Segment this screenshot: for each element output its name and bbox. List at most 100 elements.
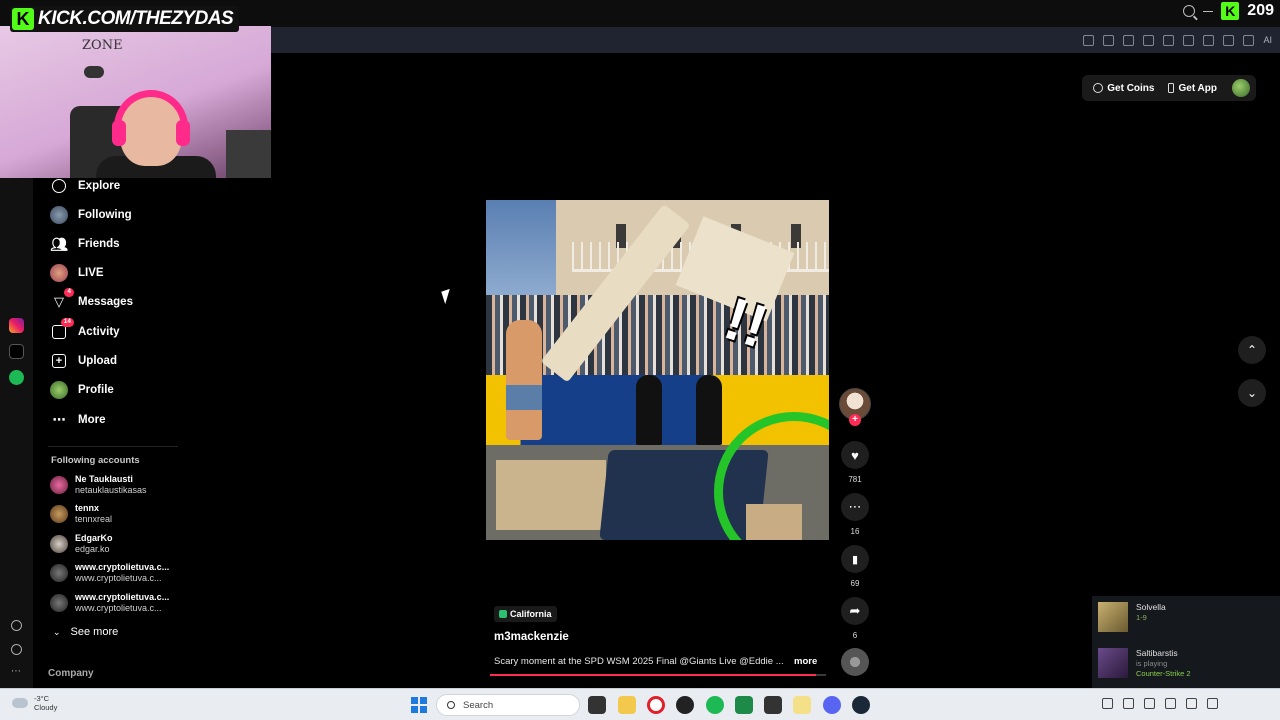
activity-badge: 14 [60,318,74,327]
see-more-label: See more [70,626,119,638]
share-button[interactable]: ➦ [841,597,869,625]
following-account[interactable]: tennx tennxreal [50,502,112,526]
spotify-icon[interactable] [9,370,24,385]
video-progress-fill [490,674,816,676]
app-icon[interactable] [735,696,753,714]
heart-icon: ♥ [851,447,859,463]
get-coins-button[interactable]: Get Coins [1088,77,1159,99]
following-account[interactable]: www.cryptolietuva.c... www.cryptolietuva.… [50,591,169,615]
sidebar-item-following[interactable]: Following [50,204,132,226]
heart-icon[interactable] [1163,34,1175,46]
sidebar-item-explore[interactable]: Explore [50,175,120,197]
avatar [50,505,68,523]
get-app-button[interactable]: Get App [1163,77,1222,99]
weather-widget[interactable]: -3°C Cloudy [12,694,57,712]
following-account[interactable]: www.cryptolietuva.c... www.cryptolietuva.… [50,561,169,585]
heart-icon[interactable] [11,620,22,631]
chevron-up-icon[interactable] [1102,698,1113,709]
video-progress-bar[interactable] [490,674,826,676]
mic-icon[interactable] [1144,698,1155,709]
account-handle: tennxreal [75,514,113,524]
follow-plus-icon[interactable]: + [849,414,861,426]
taskbar: -3°C Cloudy Search [0,688,1280,720]
network-icon[interactable] [1123,698,1134,709]
cube-icon[interactable] [1243,34,1255,46]
video-player[interactable]: !! [486,200,829,540]
following-avatar-icon [50,206,68,224]
steam-icon[interactable] [852,696,870,714]
previous-video-button[interactable]: ⌃ [1238,336,1266,364]
x-icon[interactable] [9,344,24,359]
user-avatar[interactable] [1232,79,1250,97]
download-icon[interactable] [1183,34,1195,46]
account-name: www.cryptolietuva.c... [75,592,170,602]
app-tray-icon[interactable] [1165,698,1176,709]
play-icon[interactable] [1143,34,1155,46]
camera-icon[interactable] [1103,34,1115,46]
video-author[interactable]: m3mackenzie [494,631,569,643]
avatar [50,535,68,553]
sidebar-item-label: Messages [78,296,133,308]
sidebar-item-profile[interactable]: Profile [50,379,114,401]
sidebar-item-messages[interactable]: ▽ 4 Messages [50,288,133,313]
more-link[interactable]: more [794,656,817,667]
wifi-icon[interactable] [1186,698,1197,709]
following-account[interactable]: EdgarKo edgar.ko [50,532,113,556]
profile-icon [50,381,68,399]
location-label: California [510,609,552,619]
music-disc-icon[interactable] [841,648,869,676]
activity-icon: 14 [50,318,74,341]
discord-icon[interactable] [823,696,841,714]
like-button[interactable]: ♥ [841,441,869,469]
temperature: -3°C [34,694,50,703]
task-view-icon[interactable] [588,696,606,714]
friend-name: Saltibarstis [1136,648,1178,658]
company-link[interactable]: Company [48,668,94,679]
app-icon[interactable] [793,696,811,714]
spotify-icon[interactable] [706,696,724,714]
headset-ear-right [176,120,190,146]
more-icon[interactable]: ⋯ [11,666,26,681]
menu-icon[interactable] [1203,34,1215,46]
video-description: Scary moment at the SPD WSM 2025 Final @… [494,656,784,667]
user-icon[interactable] [1223,34,1235,46]
video-official [696,375,722,445]
sidebar-item-upload[interactable]: + Upload [50,350,117,372]
account-name: tennx [75,503,100,513]
comment-button[interactable]: ⋯ [841,493,869,521]
kick-logo-icon: K [1221,2,1240,20]
search-icon[interactable] [1183,5,1196,17]
sidebar-item-more[interactable]: ⋯ More [50,409,106,431]
next-video-button[interactable]: ⌄ [1238,379,1266,407]
chevron-down-icon: ⌄ [1246,386,1258,400]
following-account[interactable]: Ne Tauklausti netauklaustikasas [50,473,147,497]
coin-icon [1093,83,1104,93]
shield-icon[interactable] [1123,34,1135,46]
clock-icon[interactable] [11,644,22,655]
obs-icon[interactable] [676,696,694,714]
friend-item[interactable]: Saltibarstis is playing Counter-Strike 2 [1098,648,1191,682]
sidebar-item-friends[interactable]: 👥︎ Friends [50,233,119,255]
headset-ear-left [112,120,126,146]
top-right-area: K 209 [1183,2,1274,20]
location-tag[interactable]: California [494,606,557,622]
sidebar-item-activity[interactable]: 14 Activity [50,318,120,343]
ai-button[interactable]: AI [1263,35,1272,45]
opera-icon[interactable] [647,696,665,714]
windows-start-icon[interactable] [411,697,427,713]
following-accounts-title: Following accounts [51,455,140,466]
friend-item[interactable]: Solvella 1-9 [1098,602,1166,636]
app-icon[interactable] [764,696,782,714]
account-handle: www.cryptolietuva.c... [75,603,162,613]
edit-icon[interactable] [1083,34,1095,46]
see-more-button[interactable]: ⌄ See more [53,626,118,638]
volume-icon[interactable] [1207,698,1218,709]
file-explorer-icon[interactable] [618,696,636,714]
share-icon: ➦ [849,603,861,618]
instagram-icon[interactable] [9,318,24,333]
account-handle: www.cryptolietuva.c... [75,573,162,583]
taskbar-search[interactable]: Search [436,694,580,716]
minimize-icon[interactable] [1203,10,1214,12]
save-button[interactable]: ▮ [841,545,869,573]
sidebar-item-live[interactable]: LIVE [50,262,104,284]
